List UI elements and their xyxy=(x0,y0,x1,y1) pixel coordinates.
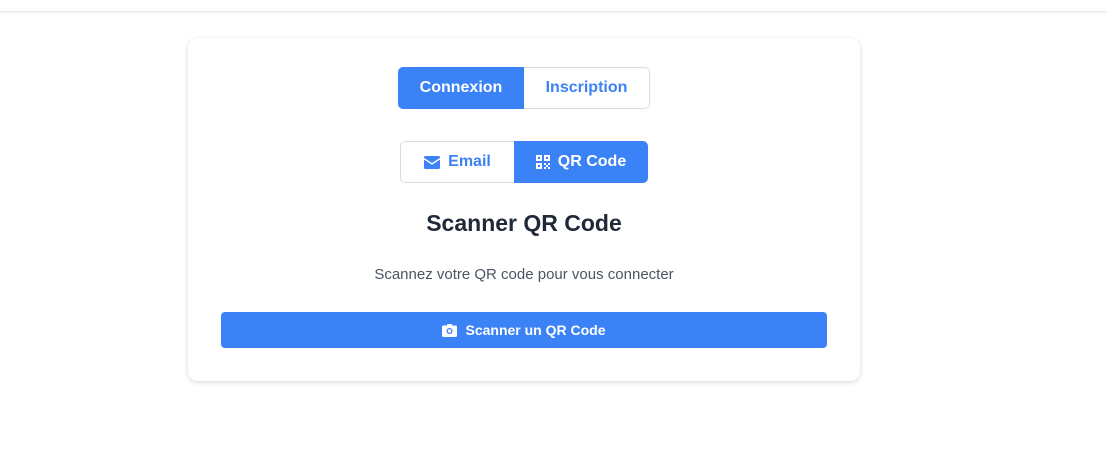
top-header-bar xyxy=(0,0,1107,12)
page-title: Scanner QR Code xyxy=(426,210,622,236)
method-qrcode-label: QR Code xyxy=(557,153,627,170)
scan-qrcode-button-label: Scanner un QR Code xyxy=(465,322,606,338)
method-qrcode-button[interactable]: QR Code xyxy=(514,141,648,183)
login-card: Connexion Inscription Email QR Code Scan… xyxy=(188,38,860,381)
camera-icon xyxy=(442,323,458,337)
method-email-button[interactable]: Email xyxy=(400,141,514,183)
page-subtitle: Scannez votre QR code pour vous connecte… xyxy=(374,266,674,283)
tab-connexion[interactable]: Connexion xyxy=(398,67,524,109)
envelope-icon xyxy=(424,155,441,169)
scan-qrcode-button[interactable]: Scanner un QR Code xyxy=(221,312,827,348)
method-email-label: Email xyxy=(448,153,491,170)
auth-mode-toggle: Connexion Inscription xyxy=(398,67,650,109)
tab-inscription-label: Inscription xyxy=(545,79,628,96)
tab-connexion-label: Connexion xyxy=(419,79,503,96)
login-method-toggle: Email QR Code xyxy=(400,141,648,183)
tab-inscription[interactable]: Inscription xyxy=(524,67,650,109)
qrcode-icon xyxy=(535,155,550,169)
